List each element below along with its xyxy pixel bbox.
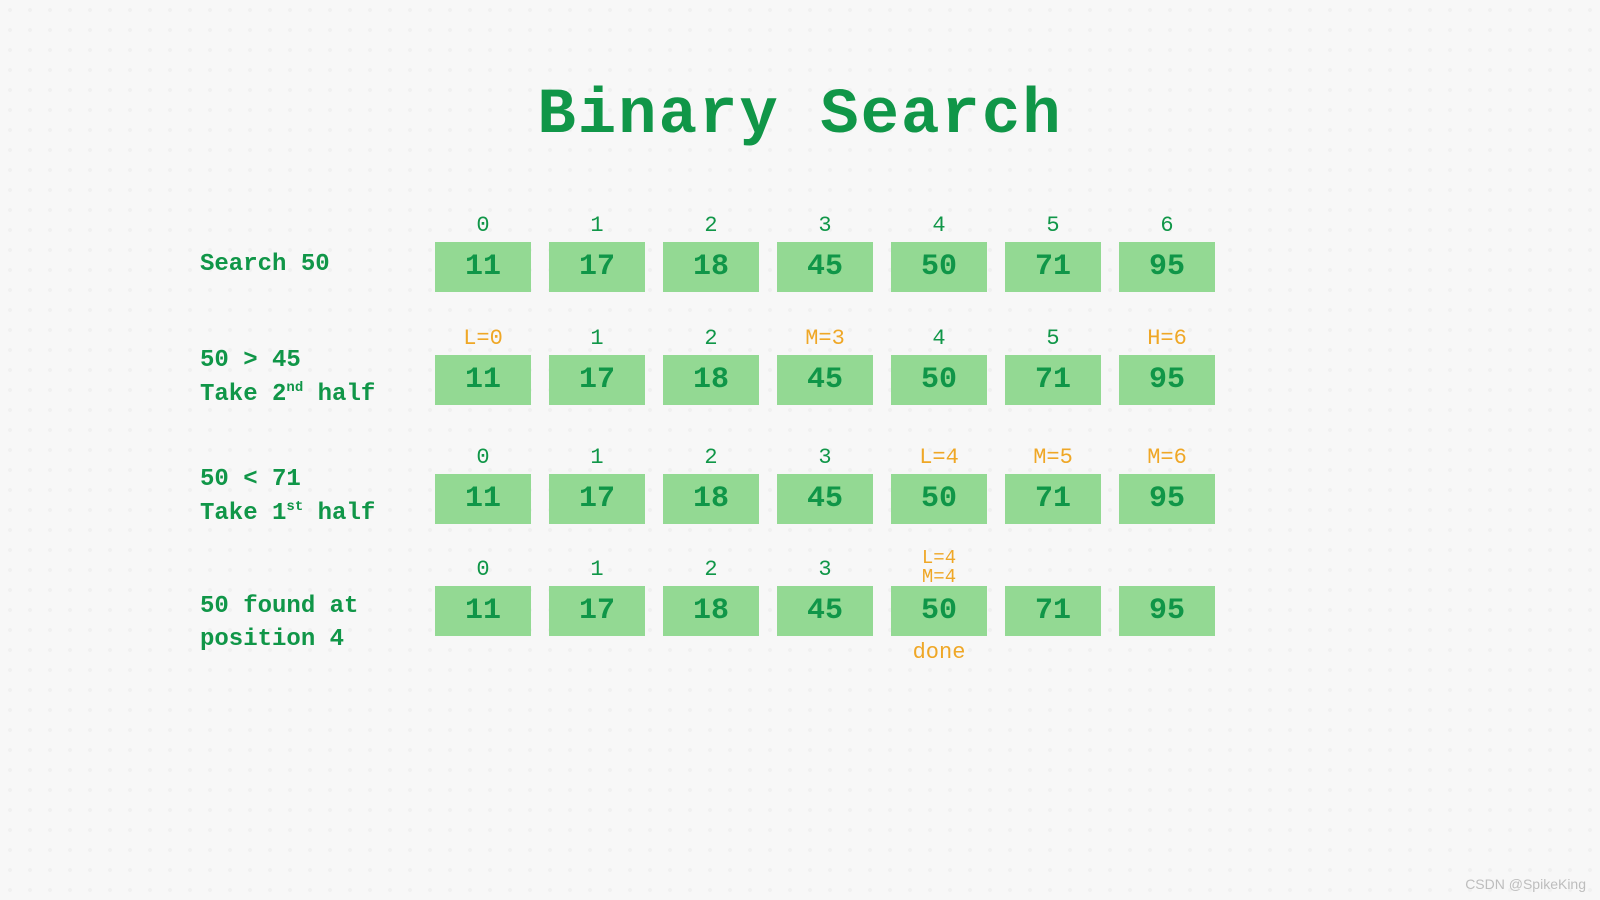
array-cell: M=571 (1005, 442, 1101, 524)
array-cell: 345 (777, 210, 873, 292)
array-cell: 218 (663, 323, 759, 405)
index-label: 6 (1160, 210, 1173, 242)
index-label: 0 (476, 442, 489, 474)
array-cell: 117 (549, 554, 645, 664)
index-label: 2 (704, 323, 717, 355)
array-cell: 218 (663, 442, 759, 524)
array-cell: 117 (549, 210, 645, 292)
index-label: 4 (932, 210, 945, 242)
value-box: 50 (891, 586, 987, 636)
array-cell: 218 (663, 210, 759, 292)
array-cell: H=695 (1119, 323, 1215, 405)
index-label: L=4 (919, 442, 959, 474)
array-cell: L=450 (891, 442, 987, 524)
value-box: 18 (663, 586, 759, 636)
value-box: 71 (1005, 474, 1101, 524)
value-box: 71 (1005, 586, 1101, 636)
index-label: M=6 (1147, 442, 1187, 474)
value-box: 50 (891, 242, 987, 292)
value-box: 11 (435, 355, 531, 405)
index-label: H=6 (1147, 323, 1187, 355)
value-box: 50 (891, 355, 987, 405)
value-box: 17 (549, 355, 645, 405)
value-box: 17 (549, 242, 645, 292)
value-box: 95 (1119, 586, 1215, 636)
value-box: 50 (891, 474, 987, 524)
array-cell: 117 (549, 323, 645, 405)
array-cell: 218 (663, 554, 759, 664)
index-label: 1 (590, 554, 603, 586)
index-label: 4 (932, 323, 945, 355)
array-cell: L=4M=450done (891, 554, 987, 664)
array-cell: L=011 (435, 323, 531, 405)
array-cell: 95 (1119, 554, 1215, 664)
value-box: 17 (549, 474, 645, 524)
array-cell: 011 (435, 442, 531, 524)
index-label: 3 (818, 210, 831, 242)
step-row: Search 50011117218345450571695 (200, 210, 1400, 292)
index-label: 1 (590, 442, 603, 474)
step-label: 50 > 45Take 2nd half (200, 316, 435, 411)
array-cell: 011 (435, 210, 531, 292)
array-cell: 71 (1005, 554, 1101, 664)
array-cell: M=345 (777, 323, 873, 405)
step-label: Search 50 (200, 220, 435, 282)
value-box: 11 (435, 242, 531, 292)
index-label: 0 (476, 210, 489, 242)
index-label: 1 (590, 323, 603, 355)
value-box: 11 (435, 474, 531, 524)
array-cell: 450 (891, 323, 987, 405)
cells-row: 011117218345L=450M=571M=695 (435, 442, 1215, 524)
below-label: done (913, 636, 966, 664)
value-box: 18 (663, 474, 759, 524)
value-box: 18 (663, 242, 759, 292)
array-cell: 450 (891, 210, 987, 292)
step-row: 50 < 71Take 1st half011117218345L=450M=5… (200, 435, 1400, 530)
value-box: 95 (1119, 355, 1215, 405)
array-cell: 345 (777, 554, 873, 664)
watermark: CSDN @SpikeKing (1465, 876, 1586, 892)
array-cell: M=695 (1119, 442, 1215, 524)
value-box: 45 (777, 586, 873, 636)
step-label: 50 < 71Take 1st half (200, 435, 435, 530)
step-row: 50 found atposition 4011117218345L=4M=45… (200, 554, 1400, 664)
diagram-title: Binary Search (0, 0, 1600, 152)
array-cell: 345 (777, 442, 873, 524)
step-label: 50 found atposition 4 (200, 562, 435, 657)
array-cell: 695 (1119, 210, 1215, 292)
value-box: 95 (1119, 474, 1215, 524)
index-label: 2 (704, 210, 717, 242)
cells-row: L=011117218M=345450571H=695 (435, 323, 1215, 405)
index-label: 2 (704, 442, 717, 474)
cells-row: 011117218345L=4M=450done7195 (435, 554, 1215, 664)
array-cell: 117 (549, 442, 645, 524)
array-cell: 571 (1005, 323, 1101, 405)
index-label: 5 (1046, 323, 1059, 355)
value-box: 17 (549, 586, 645, 636)
value-box: 45 (777, 242, 873, 292)
value-box: 71 (1005, 355, 1101, 405)
cells-row: 011117218345450571695 (435, 210, 1215, 292)
index-label: 2 (704, 554, 717, 586)
value-box: 18 (663, 355, 759, 405)
array-cell: 011 (435, 554, 531, 664)
index-label: 5 (1046, 210, 1059, 242)
index-label: M=5 (1033, 442, 1073, 474)
index-label: L=0 (463, 323, 503, 355)
index-label: 1 (590, 210, 603, 242)
index-label: 0 (476, 554, 489, 586)
value-box: 45 (777, 474, 873, 524)
array-cell: 571 (1005, 210, 1101, 292)
index-label: 3 (818, 442, 831, 474)
index-label: M=3 (805, 323, 845, 355)
index-label: 3 (818, 554, 831, 586)
step-row: 50 > 45Take 2nd halfL=011117218M=3454505… (200, 316, 1400, 411)
binary-search-diagram: Search 5001111721834545057169550 > 45Tak… (200, 210, 1400, 688)
value-box: 45 (777, 355, 873, 405)
index-label: L=4M=4 (922, 554, 956, 586)
value-box: 11 (435, 586, 531, 636)
value-box: 95 (1119, 242, 1215, 292)
value-box: 71 (1005, 242, 1101, 292)
